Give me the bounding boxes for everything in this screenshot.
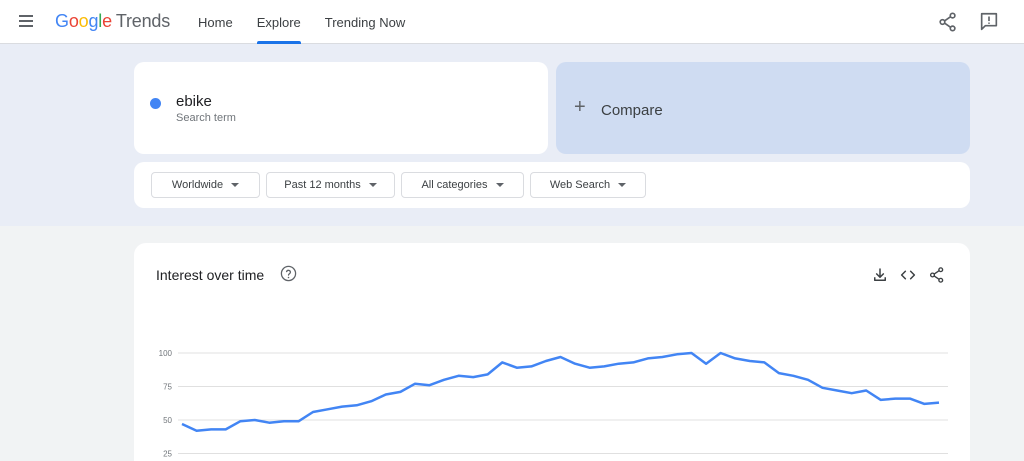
- region-filter[interactable]: Worldwide: [151, 172, 260, 198]
- compare-label: Compare: [601, 102, 663, 119]
- term-color-dot: [150, 98, 161, 109]
- compare-button[interactable]: + Compare: [556, 62, 970, 154]
- caret-down-icon: [618, 183, 627, 187]
- caret-down-icon: [231, 183, 240, 187]
- logo-letter: G: [55, 11, 69, 31]
- category-filter[interactable]: All categories: [401, 172, 524, 198]
- search-term[interactable]: ebike: [176, 93, 212, 110]
- logo-letter: g: [88, 11, 99, 31]
- series-line[interactable]: [181, 351, 940, 432]
- nav-explore[interactable]: Explore: [256, 0, 301, 44]
- google-trends-logo[interactable]: Google Trends: [55, 11, 170, 32]
- nav-home[interactable]: Home: [198, 0, 233, 44]
- y-tick-label: 75: [163, 383, 172, 392]
- share-icon[interactable]: [937, 11, 959, 33]
- filter-bar: Worldwide Past 12 months All categories …: [134, 162, 970, 208]
- period-filter-label: Past 12 months: [284, 179, 361, 191]
- interest-chart: 100 75 50 25: [159, 349, 948, 459]
- property-filter-label: Web Search: [549, 179, 611, 191]
- nav-trending-now[interactable]: Trending Now: [325, 0, 405, 44]
- feedback-icon[interactable]: [978, 11, 1000, 33]
- interest-over-time-card: Interest over time 100 75 50 25: [134, 243, 970, 461]
- search-term-card[interactable]: ebike Search term: [134, 62, 548, 154]
- menu-icon[interactable]: [16, 12, 36, 32]
- region-filter-label: Worldwide: [171, 179, 224, 191]
- plus-icon: +: [574, 96, 586, 118]
- y-tick-label: 50: [163, 416, 172, 425]
- logo-letter: e: [102, 11, 112, 31]
- logo-letter: o: [68, 11, 79, 31]
- caret-down-icon: [368, 183, 377, 187]
- y-tick-label: 25: [163, 450, 172, 459]
- top-bar: Google Trends Home Explore Trending Now: [0, 0, 1024, 44]
- period-filter[interactable]: Past 12 months: [266, 172, 395, 198]
- y-tick-label: 100: [159, 349, 173, 358]
- main-nav: Home Explore Trending Now: [198, 0, 429, 44]
- property-filter[interactable]: Web Search: [530, 172, 646, 198]
- search-term-sublabel: Search term: [176, 112, 236, 124]
- logo-suffix: Trends: [115, 11, 171, 31]
- caret-down-icon: [495, 183, 504, 187]
- logo-letter: o: [78, 11, 89, 31]
- category-filter-label: All categories: [421, 179, 488, 191]
